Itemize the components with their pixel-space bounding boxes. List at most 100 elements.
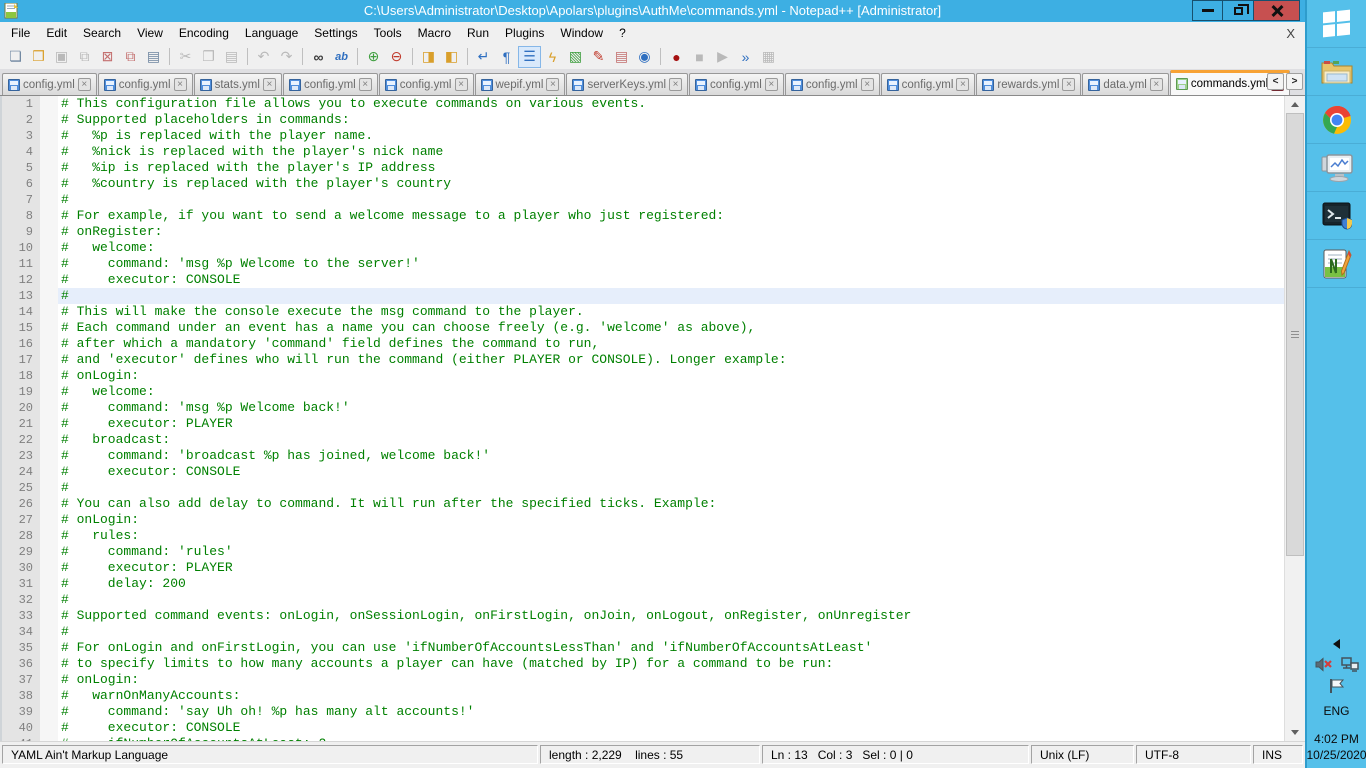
editor-line[interactable]: 21 # executor: PLAYER — [2, 416, 1284, 432]
tab-close-icon[interactable]: × — [454, 78, 468, 91]
editor-line[interactable]: 18 # onLogin: — [2, 368, 1284, 384]
toolbar-button[interactable]: ⧉ — [73, 46, 96, 68]
tab-close-icon[interactable]: × — [764, 78, 778, 91]
editor-line[interactable]: 25 # — [2, 480, 1284, 496]
menu-item[interactable]: Macro — [410, 23, 459, 43]
editor-line[interactable]: 17 # and 'executor' defines who will run… — [2, 352, 1284, 368]
bookmark-margin[interactable] — [40, 96, 58, 112]
editor-line[interactable]: 35 # For onLogin and onFirstLogin, you c… — [2, 640, 1284, 656]
editor-line[interactable]: 40 # executor: CONSOLE — [2, 720, 1284, 736]
document-tab[interactable]: rewards.yml × — [976, 73, 1082, 95]
bookmark-margin[interactable] — [40, 128, 58, 144]
bookmark-margin[interactable] — [40, 736, 58, 741]
title-bar[interactable]: C:\Users\Administrator\Desktop\Apolars\p… — [0, 0, 1305, 22]
document-tab[interactable]: serverKeys.yml × — [566, 73, 689, 95]
toolbar-button[interactable]: ↷ — [275, 46, 298, 68]
chrome-button[interactable] — [1307, 96, 1366, 144]
tab-close-icon[interactable]: × — [358, 78, 372, 91]
toolbar-button[interactable]: ¶ — [495, 46, 518, 68]
document-tab[interactable]: wepif.yml × — [474, 73, 566, 95]
editor-line[interactable]: 19 # welcome: — [2, 384, 1284, 400]
bookmark-margin[interactable] — [40, 336, 58, 352]
toolbar-button[interactable]: ❒ — [27, 46, 50, 68]
menu-item[interactable]: Edit — [38, 23, 75, 43]
bookmark-margin[interactable] — [40, 384, 58, 400]
editor-line[interactable]: 24 # executor: CONSOLE — [2, 464, 1284, 480]
toolbar-button[interactable]: ϟ — [541, 46, 564, 68]
menu-item[interactable]: Plugins — [497, 23, 552, 43]
editor-line[interactable]: 30 # executor: PLAYER — [2, 560, 1284, 576]
tab-close-icon[interactable]: × — [77, 78, 91, 91]
status-insert-mode[interactable]: INS — [1253, 745, 1303, 764]
tab-close-icon[interactable]: × — [669, 78, 683, 91]
editor-line[interactable]: 13 # — [2, 288, 1284, 304]
bookmark-margin[interactable] — [40, 464, 58, 480]
document-tab[interactable]: config.yml × — [282, 73, 378, 95]
status-encoding[interactable]: UTF-8 — [1136, 745, 1251, 764]
toolbar-button[interactable]: ❐ — [197, 46, 220, 68]
menu-item[interactable]: Tools — [366, 23, 410, 43]
bookmark-margin[interactable] — [40, 368, 58, 384]
editor-line[interactable]: 29 # command: 'rules' — [2, 544, 1284, 560]
bookmark-margin[interactable] — [40, 352, 58, 368]
bookmark-margin[interactable] — [40, 112, 58, 128]
bookmark-margin[interactable] — [40, 592, 58, 608]
bookmark-margin[interactable] — [40, 144, 58, 160]
editor-line[interactable]: 31 # delay: 200 — [2, 576, 1284, 592]
scroll-down-button[interactable] — [1285, 724, 1305, 741]
menu-item[interactable]: File — [3, 23, 38, 43]
bookmark-margin[interactable] — [40, 176, 58, 192]
toolbar-button[interactable]: ⧉ — [119, 46, 142, 68]
editor-line[interactable]: 37 # onLogin: — [2, 672, 1284, 688]
editor-line[interactable]: 27 # onLogin: — [2, 512, 1284, 528]
bookmark-margin[interactable] — [40, 432, 58, 448]
menu-item[interactable]: Settings — [306, 23, 365, 43]
toolbar-button[interactable] — [243, 46, 252, 68]
editor-line[interactable]: 33 # Supported command events: onLogin, … — [2, 608, 1284, 624]
editor-line[interactable]: 11 # command: 'msg %p Welcome to the ser… — [2, 256, 1284, 272]
tab-close-icon[interactable]: × — [860, 78, 874, 91]
volume-muted-icon[interactable] — [1315, 657, 1332, 672]
editor-line[interactable]: 15 # Each command under an event has a n… — [2, 320, 1284, 336]
toolbar-button[interactable]: ▣ — [50, 46, 73, 68]
bookmark-margin[interactable] — [40, 208, 58, 224]
toolbar-button[interactable]: ▧ — [564, 46, 587, 68]
editor-line[interactable]: 16 # after which a mandatory 'command' f… — [2, 336, 1284, 352]
bookmark-margin[interactable] — [40, 240, 58, 256]
editor-line[interactable]: 32 # — [2, 592, 1284, 608]
clock-date[interactable]: 10/25/2020 — [1306, 748, 1366, 762]
bookmark-margin[interactable] — [40, 320, 58, 336]
bookmark-margin[interactable] — [40, 512, 58, 528]
tab-scroll-left-button[interactable]: < — [1267, 73, 1284, 90]
editor-line[interactable]: 6 # %country is replaced with the player… — [2, 176, 1284, 192]
bookmark-margin[interactable] — [40, 288, 58, 304]
document-tab[interactable]: stats.yml × — [193, 73, 282, 95]
network-icon[interactable] — [1340, 657, 1359, 672]
clock-time[interactable]: 4:02 PM — [1314, 732, 1359, 746]
tab-close-icon[interactable]: × — [1062, 78, 1076, 91]
start-button[interactable] — [1307, 0, 1366, 48]
document-tab[interactable]: config.yml × — [689, 73, 784, 95]
bookmark-margin[interactable] — [40, 560, 58, 576]
toolbar-button[interactable]: ▤ — [142, 46, 165, 68]
task-manager-button[interactable] — [1307, 144, 1366, 192]
toolbar-button[interactable]: ▤ — [610, 46, 633, 68]
menu-item[interactable]: Encoding — [171, 23, 237, 43]
toolbar-button[interactable] — [463, 46, 472, 68]
toolbar-button[interactable]: ∞ — [307, 46, 330, 68]
toolbar-button[interactable] — [408, 46, 417, 68]
language-indicator[interactable]: ENG — [1323, 704, 1349, 718]
close-button[interactable] — [1254, 0, 1300, 21]
scrollbar-thumb[interactable] — [1286, 113, 1304, 556]
bookmark-margin[interactable] — [40, 192, 58, 208]
toolbar-button[interactable] — [353, 46, 362, 68]
document-tab[interactable]: config.yml × — [880, 73, 976, 95]
bookmark-margin[interactable] — [40, 688, 58, 704]
document-tab[interactable]: data.yml × — [1082, 73, 1169, 95]
toolbar-button[interactable]: ● — [665, 46, 688, 68]
restore-button[interactable] — [1223, 0, 1254, 21]
toolbar-button[interactable]: ☰ — [518, 45, 541, 68]
bookmark-margin[interactable] — [40, 640, 58, 656]
toolbar-button[interactable]: ↵ — [472, 46, 495, 68]
tab-close-icon[interactable]: × — [173, 78, 187, 91]
